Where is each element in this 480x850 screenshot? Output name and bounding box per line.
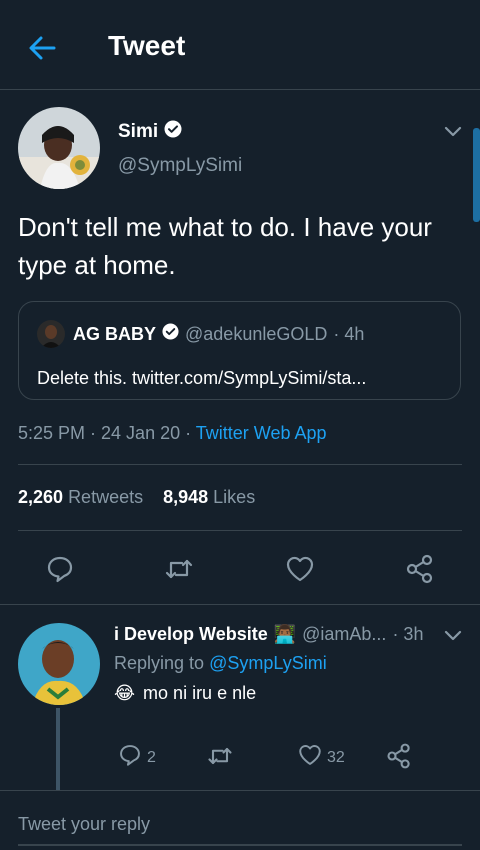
retweet-icon	[206, 742, 234, 775]
retweets-label: Retweets	[68, 487, 144, 507]
reply-like-button[interactable]: 32	[297, 742, 345, 773]
quoted-tweet-time: · 4h	[333, 323, 365, 344]
author-name-row[interactable]: Simi	[118, 120, 182, 144]
tweet-stats: 2,260 Retweets 8,948 Likes	[18, 487, 255, 508]
retweets-count: 2,260	[18, 487, 64, 507]
quoted-tweet-text: Delete this. twitter.com/SympLySimi/sta.…	[37, 368, 367, 388]
quoted-author-handle: @adekunleGOLD	[185, 323, 328, 344]
like-icon[interactable]	[284, 553, 316, 585]
quoted-author-name: AG BABY	[73, 323, 157, 344]
reply-author-emoji: 👨🏾‍💻	[273, 624, 297, 644]
chevron-down-icon[interactable]	[440, 118, 466, 144]
likes-stat[interactable]: 8,948 Likes	[163, 487, 255, 508]
reply-body: mo ni iru e nle	[143, 683, 257, 703]
quoted-author-avatar	[37, 320, 65, 348]
reply-text: 😂 mo ni iru e nle	[114, 683, 256, 704]
replying-to-handle[interactable]: @SympLySimi	[209, 653, 327, 673]
back-arrow-icon[interactable]	[26, 32, 58, 64]
compose-underline	[18, 844, 462, 846]
author-avatar[interactable]	[18, 107, 100, 189]
reply-emoji: 😂	[114, 683, 136, 703]
reply-reply-count: 2	[147, 748, 156, 766]
like-icon	[297, 742, 323, 773]
share-icon[interactable]	[404, 553, 436, 585]
divider	[18, 530, 462, 531]
divider	[0, 604, 480, 605]
share-icon	[385, 742, 413, 775]
reply-author-avatar[interactable]	[18, 623, 100, 705]
retweet-icon[interactable]	[163, 553, 195, 585]
chevron-down-icon[interactable]	[440, 622, 466, 648]
likes-count: 8,948	[163, 487, 209, 507]
divider	[18, 464, 462, 465]
scrollbar[interactable]	[473, 128, 480, 222]
tweet-text: Don't tell me what to do. I have your ty…	[18, 212, 432, 280]
top-app-bar: Tweet	[0, 0, 480, 90]
reply-icon[interactable]	[44, 553, 76, 585]
tweet-source-link[interactable]: Twitter Web App	[196, 423, 327, 443]
reply-like-count: 32	[327, 748, 345, 766]
tweet-timestamp: 5:25 PM · 24 Jan 20 ·	[18, 423, 192, 443]
page-title: Tweet	[108, 30, 186, 61]
reply-share-button[interactable]	[385, 742, 413, 775]
verified-badge-icon	[164, 120, 182, 144]
retweets-stat[interactable]: 2,260 Retweets	[18, 487, 143, 508]
reply-time: · 3h	[392, 624, 424, 644]
divider	[0, 790, 480, 791]
tweet-meta: 5:25 PM · 24 Jan 20 · Twitter Web App	[18, 423, 327, 444]
author-handle[interactable]: @SympLySimi	[118, 155, 242, 177]
thread-line	[56, 708, 60, 790]
quoted-tweet[interactable]: AG BABY @adekunleGOLD · 4h Delete this. …	[18, 301, 461, 400]
author-name: Simi	[118, 121, 159, 142]
replying-to: Replying to @SympLySimi	[114, 653, 327, 674]
reply-reply-button[interactable]: 2	[117, 742, 156, 773]
likes-label: Likes	[213, 487, 256, 507]
replying-to-label: Replying to	[114, 653, 205, 673]
reply-retweet-button[interactable]	[206, 742, 234, 775]
quoted-tweet-header: AG BABY @adekunleGOLD · 4h	[73, 323, 364, 345]
reply-icon	[117, 742, 143, 773]
reply-author-handle[interactable]: @iamAb...	[302, 624, 386, 645]
reply-author-name[interactable]: i Develop Website	[114, 624, 268, 645]
reply-compose-input[interactable]: Tweet your reply	[18, 814, 150, 835]
reply-header: i Develop Website 👨🏾‍💻 @iamAb... · 3h	[114, 624, 423, 645]
verified-badge-icon	[162, 323, 179, 345]
